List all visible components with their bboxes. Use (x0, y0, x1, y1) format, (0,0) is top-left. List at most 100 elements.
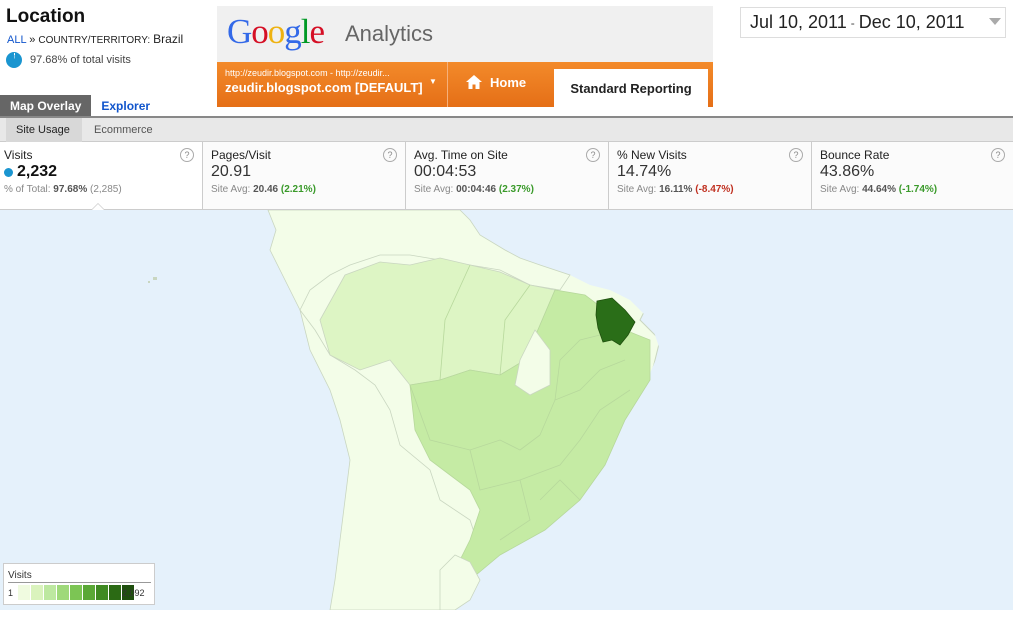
breadcrumb: ALL » COUNTRY/TERRITORY: Brazil (7, 32, 183, 46)
google-logo-letter: l (300, 12, 311, 51)
metric-value-row: 20.91 (211, 163, 405, 181)
legend-swatch (109, 585, 121, 600)
percent-of-total: 97.68% of total visits (6, 52, 131, 68)
page-title: Location (6, 6, 86, 27)
legend-max: 2,092 (122, 588, 145, 598)
metric-group-tabs: Site Usage Ecommerce (0, 116, 1013, 142)
pie-chart-icon (6, 52, 22, 68)
metric-avg-time-on-site[interactable]: Avg. Time on Site 00:04:53 Site Avg: 00:04… (406, 142, 609, 209)
comparison-value: 16.11% (659, 184, 693, 195)
metric-new-visits[interactable]: % New Visits 14.74% Site Avg: 16.11% (-8.4… (609, 142, 812, 209)
comparison-value: 97.68% (53, 184, 88, 195)
metric-value: 00:04:53 (414, 163, 477, 180)
nav-divider (447, 62, 448, 107)
metric-value: 43.86% (820, 163, 875, 180)
comparison-prefix: Site Avg: (414, 184, 454, 195)
metric-comparison: Site Avg: 16.11% (-8.47%) (617, 184, 811, 195)
caret-down-icon[interactable]: ▼ (429, 77, 437, 86)
legend-swatch (31, 585, 43, 600)
comparison-prefix: Site Avg: (617, 184, 657, 195)
metric-comparison: Site Avg: 44.64% (-1.74%) (820, 184, 1013, 195)
legend-swatch (83, 585, 95, 600)
island-marker (153, 277, 157, 280)
comparison-value: 44.64% (862, 184, 896, 195)
metric-value-row: 00:04:53 (414, 163, 608, 181)
percent-text: 97.68% of total visits (30, 54, 131, 66)
breadcrumb-separator: » (29, 34, 36, 46)
help-icon[interactable]: ? (383, 148, 397, 162)
metric-comparison: Site Avg: 20.46 (2.21%) (211, 184, 405, 195)
help-icon[interactable]: ? (991, 148, 1005, 162)
island-marker (148, 281, 150, 283)
legend-title: Visits (8, 570, 32, 581)
ga-nav-bar: http://zeudir.blogspot.com - http://zeud… (217, 62, 713, 107)
property-url: http://zeudir.blogspot.com - http://zeud… (225, 68, 390, 78)
comparison-prefix: Site Avg: (211, 184, 251, 195)
google-logo-letter: o (267, 12, 285, 51)
google-logo-letter: o (251, 12, 268, 51)
metric-bounce-rate[interactable]: Bounce Rate 43.86% Site Avg: 44.64% (-1.74… (812, 142, 1013, 209)
brazil-map[interactable] (0, 210, 1013, 610)
analytics-page: Location ALL » COUNTRY/TERRITORY: Brazil… (0, 0, 1013, 622)
home-icon (466, 75, 482, 89)
series-dot-icon (4, 167, 13, 177)
date-range-picker[interactable]: Jul 10, 2011 - Dec 10, 2011 (740, 7, 1006, 38)
legend-swatch (70, 585, 82, 600)
date-separator: - (850, 15, 855, 30)
google-logo[interactable]: Google (227, 12, 326, 52)
breadcrumb-all-link[interactable]: ALL (7, 34, 26, 46)
tab-map-overlay[interactable]: Map Overlay (0, 95, 92, 116)
metric-value-row: 14.74% (617, 163, 811, 181)
legend-swatch (44, 585, 56, 600)
metric-value-row: 43.86% (820, 163, 1013, 181)
metric-pages-per-visit[interactable]: Pages/Visit 20.91 Site Avg: 20.46 (2.21%)? (203, 142, 406, 209)
home-button[interactable]: Home (465, 74, 526, 90)
comparison-value: 20.46 (253, 184, 279, 195)
property-name: zeudir.blogspot.com [DEFAULT] (225, 80, 423, 95)
metric-value: 20.91 (211, 163, 252, 180)
comparison-change: (-1.74%) (898, 184, 938, 195)
help-icon[interactable]: ? (180, 148, 194, 162)
bottom-strip (0, 610, 1013, 622)
google-logo-letter: g (284, 12, 301, 51)
tab-site-usage[interactable]: Site Usage (16, 124, 70, 136)
metric-visits[interactable]: Visits 2,232 % of Total: 97.68% (2,285)? (0, 142, 203, 209)
metric-value-row: 2,232 (4, 163, 202, 181)
tab-explorer[interactable]: Explorer (91, 95, 160, 116)
comparison-change: (2.37%) (498, 184, 534, 195)
map-overlay[interactable] (0, 210, 1013, 610)
legend-min: 1 (8, 588, 14, 598)
ga-banner: Google Analytics http://zeudir.blogspot.… (217, 6, 713, 107)
legend-swatch (96, 585, 108, 600)
map-legend: Visits 1 2,092 (3, 563, 155, 605)
metric-value: 2,232 (17, 163, 58, 180)
legend-color-scale (18, 585, 134, 600)
comparison-total: (2,285) (90, 184, 122, 195)
google-logo-letter: G (227, 12, 252, 51)
metric-value: 14.74% (617, 163, 672, 180)
analytics-logo-text: Analytics (345, 21, 434, 46)
comparison-prefix: % of Total: (4, 184, 51, 195)
legend-swatch (57, 585, 69, 600)
metric-label: % New Visits (617, 148, 687, 162)
help-icon[interactable]: ? (586, 148, 600, 162)
metric-label: Visits (4, 148, 33, 162)
metrics-row: Visits 2,232% of Total: 97.68% (2,285)? Pa… (0, 142, 1013, 210)
metric-label: Avg. Time on Site (414, 148, 508, 162)
help-icon[interactable]: ? (789, 148, 803, 162)
comparison-value: 00:04:46 (456, 184, 497, 195)
view-tabs: Map Overlay Explorer (0, 95, 160, 116)
metric-label: Bounce Rate (820, 148, 890, 162)
comparison-change: (-8.47%) (695, 184, 734, 195)
comparison-change: (2.21%) (280, 184, 316, 195)
home-label: Home (490, 74, 527, 90)
metric-label: Pages/Visit (211, 148, 271, 162)
date-start: Jul 10, 2011 (750, 12, 847, 32)
legend-divider (8, 582, 151, 583)
tab-ecommerce[interactable]: Ecommerce (94, 124, 153, 136)
breadcrumb-dimension: COUNTRY/TERRITORY: (38, 35, 151, 46)
google-logo-letter: e (309, 12, 326, 51)
chevron-down-icon[interactable] (989, 18, 1001, 25)
property-selector[interactable]: http://zeudir.blogspot.com - http://zeud… (225, 68, 423, 95)
standard-reporting-tab[interactable]: Standard Reporting (554, 69, 708, 107)
